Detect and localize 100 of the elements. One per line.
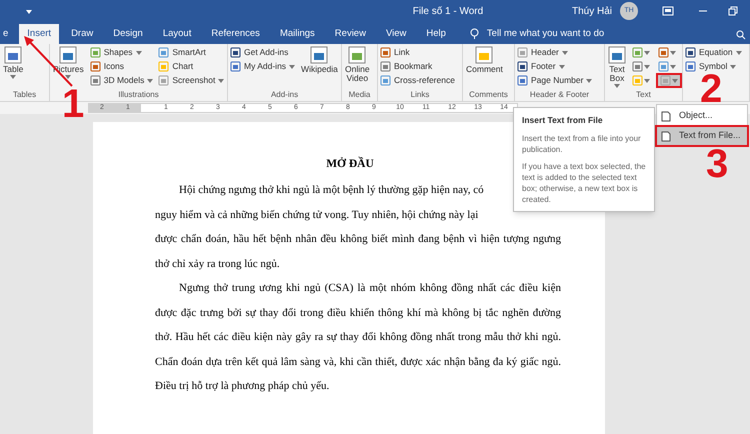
tool-icon <box>632 61 643 72</box>
search-icon <box>736 30 746 40</box>
ribbon-tab[interactable]: e <box>0 24 12 44</box>
document-text-line: được chẩn đoán, hầu hết bệnh nhân đều không biết mình đang bệnh vì hiện tượng ngưng <box>155 232 561 247</box>
tool-icon <box>517 47 528 58</box>
ribbon-button[interactable]: Shapes <box>90 46 154 59</box>
tool-icon <box>230 47 241 58</box>
menu-item[interactable]: Text from File... <box>657 127 747 145</box>
ribbon-tab[interactable]: References <box>203 24 268 44</box>
caret-icon <box>670 50 676 54</box>
menu-item[interactable]: Object... <box>657 107 747 125</box>
step-number: 1 <box>62 90 84 119</box>
tell-me-field[interactable]: Tell me what you want to do <box>486 26 637 42</box>
ribbon-button[interactable]: Equation <box>685 46 742 59</box>
ribbon-tab[interactable]: Design <box>105 24 151 44</box>
group-label: Header & Footer <box>530 89 590 100</box>
tool-icon <box>685 47 696 58</box>
document-text-line: Ngưng thở trung ương khi ngủ (CSA) là một nhóm không đồng nhất các điều kiện <box>178 281 561 296</box>
tooltip-text: Insert the text from a file into your publication. <box>522 132 642 155</box>
ribbon-tab[interactable]: View <box>378 24 414 44</box>
ribbon-tab[interactable]: Layout <box>154 24 200 44</box>
ribbon-button[interactable]: Online Video <box>344 46 371 83</box>
ribbon-button[interactable]: Table <box>2 46 24 79</box>
ribbon-button[interactable]: SmartArt <box>158 46 224 59</box>
tool-icon <box>158 75 170 86</box>
document-text-line: nguy hiểm và cả những biến chứng tử vong. Tuy nhiên, hội chứng này lại <box>155 208 478 222</box>
restore-icon <box>728 6 738 16</box>
group-label: Illustrations <box>118 89 159 100</box>
tool-icon <box>380 75 391 86</box>
ribbon-tab[interactable]: Insert <box>19 24 60 44</box>
tool-icon <box>158 47 170 58</box>
tool-icon <box>90 75 101 86</box>
group-label: Links <box>410 89 430 100</box>
tool-icon <box>632 47 643 58</box>
ribbon-tab[interactable]: Draw <box>63 24 102 44</box>
window-title: File số 1 - Word <box>412 4 484 18</box>
ribbon-button[interactable]: Comment <box>465 46 504 74</box>
ribbon-icon-button[interactable] <box>658 61 678 72</box>
ribbon-icon-button[interactable] <box>658 47 678 58</box>
document-text-line: thở. Hầu hết các điều kiện này gây ra sự thay đổi không đồng nhất trong mẫu thở khi ngủ. <box>155 330 561 345</box>
document-text-line: Hội chứng ngưng thở khi ngủ là một bệnh lý thường gặp hiện nay, có <box>178 183 484 198</box>
tool-icon <box>90 61 101 72</box>
tool-icon <box>158 61 170 72</box>
ribbon-button[interactable]: Screenshot <box>158 74 224 87</box>
object-split-button[interactable] <box>658 75 680 86</box>
tool-icon <box>230 61 241 72</box>
ribbon-button[interactable]: Symbol <box>685 60 742 73</box>
lightbulb-icon <box>470 28 479 40</box>
ribbon-button[interactable]: Header <box>517 46 592 59</box>
tool-icon <box>380 61 391 72</box>
tool-icon <box>90 47 101 58</box>
ribbon-button[interactable]: Wikipedia <box>300 46 339 74</box>
tool-icon <box>632 75 643 86</box>
ribbon-button[interactable]: Text Box <box>607 46 627 88</box>
ribbon-tab[interactable]: Review <box>326 24 374 44</box>
document-text-line: thở chỉ xảy ra trong lúc ngủ. <box>155 256 280 272</box>
document-icon <box>661 130 671 142</box>
tool-icon <box>380 47 391 58</box>
ribbon-button[interactable]: Bookmark <box>380 60 455 73</box>
ribbon-button[interactable]: Footer <box>517 60 592 73</box>
ribbon-icon-button[interactable] <box>632 75 652 86</box>
tool-icon <box>658 47 669 58</box>
group-label: Tables <box>12 89 36 100</box>
tooltip-title: Insert Text from File <box>522 114 604 127</box>
caret-icon <box>672 78 678 82</box>
group-label: Text <box>636 89 651 100</box>
tool-icon <box>660 75 671 86</box>
ribbon-icon-button[interactable] <box>632 47 652 58</box>
group-label: Add-ins <box>270 89 298 100</box>
ribbon-button[interactable]: 3D Models <box>90 74 154 87</box>
ribbon-button[interactable]: Chart <box>158 60 224 73</box>
ribbon-tab[interactable]: Help <box>418 24 454 44</box>
document-icon <box>661 110 671 122</box>
tool-icon <box>658 61 669 72</box>
ribbon-icon-button[interactable] <box>632 61 652 72</box>
user-name: Thúy Hải <box>572 4 612 18</box>
tool-icon <box>517 61 528 72</box>
tooltip-text: If you have a text box selected, the text is added to the selected text box; otherwise, a new text box is created. <box>522 160 646 205</box>
ribbon-button[interactable]: Page Number <box>517 74 592 87</box>
tool-icon <box>517 75 528 86</box>
caret-icon <box>644 78 650 82</box>
caret-icon <box>644 64 650 68</box>
caret-icon <box>644 50 650 54</box>
group-label: Media <box>348 89 370 100</box>
ribbon-tab[interactable]: Mailings <box>272 24 323 44</box>
document-text-line: Điều trị hỗ trợ là phương pháp chủ yếu. <box>155 379 330 394</box>
document-text-line: Chẩn đoán dựa trên kết quả lâm sàng và, khi cần thiết, được xác nhận bằng đa ký giấc ngủ. <box>155 354 561 370</box>
ribbon-display-icon <box>662 6 674 16</box>
document-heading: MỞ ĐẦU <box>326 156 374 172</box>
ribbon-button[interactable]: My Add-ins <box>230 60 296 73</box>
tool-icon <box>685 61 696 72</box>
step-number: 3 <box>706 150 728 179</box>
group-label: Comments <box>469 89 508 100</box>
ribbon-button[interactable]: Get Add-ins <box>230 46 296 59</box>
ribbon-button[interactable]: Cross-reference <box>380 74 455 87</box>
step-number: 2 <box>700 75 722 104</box>
caret-icon <box>670 64 676 68</box>
ribbon-button[interactable]: Icons <box>90 60 154 73</box>
document-text-line: được đặc trưng bởi sự thay đổi trong điều khiển thông khí mà không bị tắc nghẽn đường <box>155 306 561 320</box>
ribbon-button[interactable]: Link <box>380 46 455 59</box>
